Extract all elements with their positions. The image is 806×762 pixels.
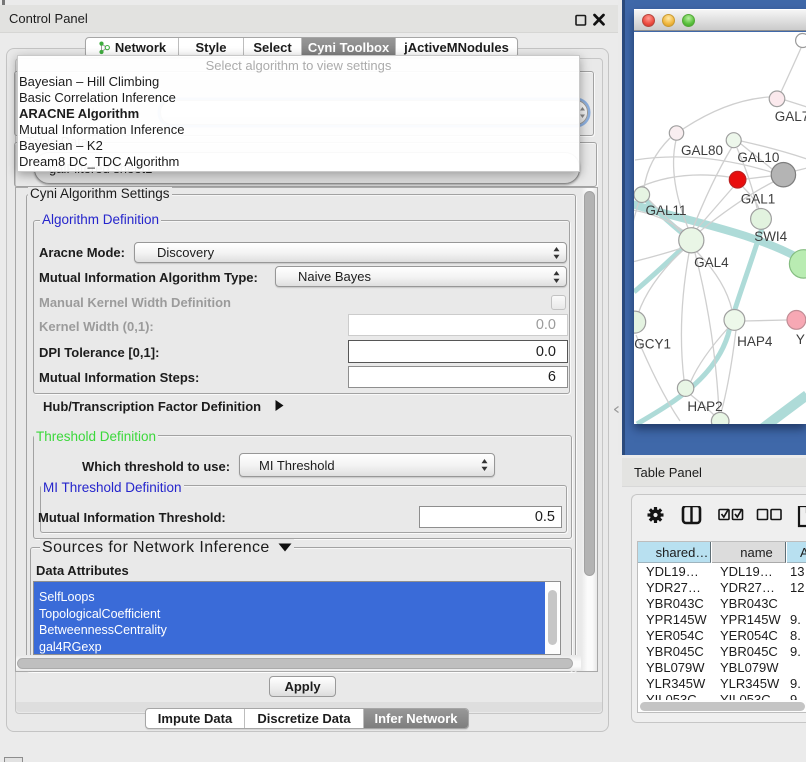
svg-text:SWI4: SWI4 [754, 229, 787, 244]
svg-text:GAL11: GAL11 [645, 203, 686, 218]
svg-text:HAP2: HAP2 [687, 399, 722, 414]
svg-text:GAL80: GAL80 [681, 143, 723, 158]
svg-text:HAP4: HAP4 [737, 334, 773, 349]
svg-text:GCY1: GCY1 [634, 337, 671, 352]
svg-text:Y: Y [796, 332, 805, 347]
svg-text:GAL10: GAL10 [737, 150, 779, 165]
svg-text:GAL1: GAL1 [741, 192, 776, 207]
svg-text:GAL7: GAL7 [775, 109, 806, 124]
svg-text:GAL4: GAL4 [694, 255, 729, 270]
